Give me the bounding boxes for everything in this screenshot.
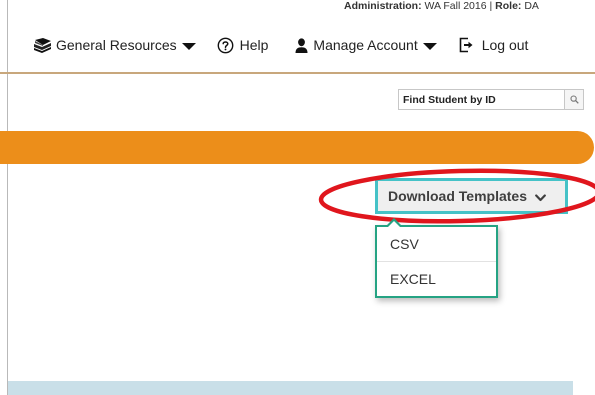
help-link[interactable]: Help [217, 37, 269, 54]
dropdown-option-csv[interactable]: CSV [377, 227, 496, 261]
top-nav: General Resources Help Manage Account Lo… [33, 34, 528, 56]
find-student-input[interactable] [399, 90, 564, 109]
administration-info: Administration: WA Fall 2016 | Role: DA [344, 0, 539, 14]
role-value: DA [524, 0, 539, 12]
administration-label: Administration: [344, 0, 422, 12]
manage-account-label: Manage Account [313, 37, 418, 53]
chevron-down-icon [535, 189, 546, 205]
download-templates-button[interactable]: Download Templates [375, 178, 568, 214]
header-divider [0, 72, 595, 74]
help-label: Help [239, 37, 269, 53]
orange-banner [0, 131, 594, 164]
dropdown-option-excel[interactable]: EXCEL [377, 261, 496, 296]
books-icon [33, 37, 52, 53]
general-resources-label: General Resources [56, 37, 177, 53]
role-label: Role: [495, 0, 522, 12]
left-border [7, 0, 8, 395]
header-separator: | [489, 0, 493, 12]
find-student-search [398, 89, 584, 110]
log-out-link[interactable]: Log out [459, 37, 529, 53]
caret-down-icon [181, 42, 196, 50]
search-button[interactable] [564, 90, 583, 109]
manage-account-menu[interactable]: Manage Account [295, 37, 437, 53]
question-circle-icon [217, 37, 234, 54]
logout-icon [459, 37, 474, 53]
download-templates-dropdown: CSV EXCEL [375, 218, 498, 298]
content-panel-header [8, 381, 573, 395]
general-resources-menu[interactable]: General Resources [33, 37, 196, 53]
user-icon [295, 37, 308, 53]
download-templates-label: Download Templates [388, 188, 527, 204]
administration-value: WA Fall 2016 [424, 0, 487, 12]
caret-down-icon [422, 42, 437, 50]
log-out-label: Log out [481, 37, 529, 53]
search-icon [569, 91, 579, 109]
